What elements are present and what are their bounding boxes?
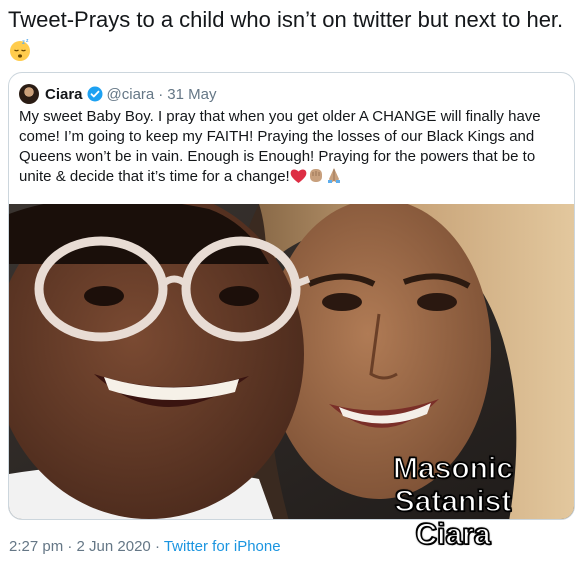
tweet-source-link[interactable]: Twitter for iPhone — [164, 538, 281, 555]
svg-text:z: z — [22, 40, 25, 46]
avatar[interactable] — [19, 84, 39, 104]
watermark-line-1: Masonic — [392, 451, 514, 486]
quoted-author-handle[interactable]: @ciara — [107, 86, 155, 103]
quoted-tweet-body: My sweet Baby Boy. I pray that when you … — [19, 108, 541, 185]
watermark-text: Masonic Satanist Ciara — [376, 451, 530, 552]
quoted-author-name[interactable]: Ciara — [45, 86, 83, 103]
separator-dot: · — [158, 85, 164, 103]
tweet-timestamp[interactable]: 2:27 pm · 2 Jun 2020 — [9, 538, 151, 555]
svg-text:z: z — [26, 38, 29, 44]
quoted-tweet-header: Ciara @ciara · 31 May — [19, 83, 216, 105]
tweet-body: Tweet-Prays to a child who isn’t on twit… — [8, 7, 564, 32]
red-heart-icon — [290, 169, 307, 183]
watermark-line-3: Ciara — [415, 517, 492, 552]
watermark-line-2: Satanist — [394, 484, 512, 519]
separator-dot: · — [154, 538, 160, 555]
tweet-text: Tweet-Prays to a child who isn’t on twit… — [8, 4, 578, 66]
raised-fist-icon — [309, 169, 322, 182]
quoted-tweet-date[interactable]: 31 May — [167, 86, 216, 103]
folded-hands-icon — [327, 168, 340, 183]
tweet-meta: 2:27 pm · 2 Jun 2020 · Twitter for iPhon… — [9, 538, 281, 555]
verified-badge-icon — [87, 86, 103, 102]
sleeping-face-icon: z z — [10, 38, 30, 61]
quoted-tweet-text: My sweet Baby Boy. I pray that when you … — [19, 107, 569, 187]
